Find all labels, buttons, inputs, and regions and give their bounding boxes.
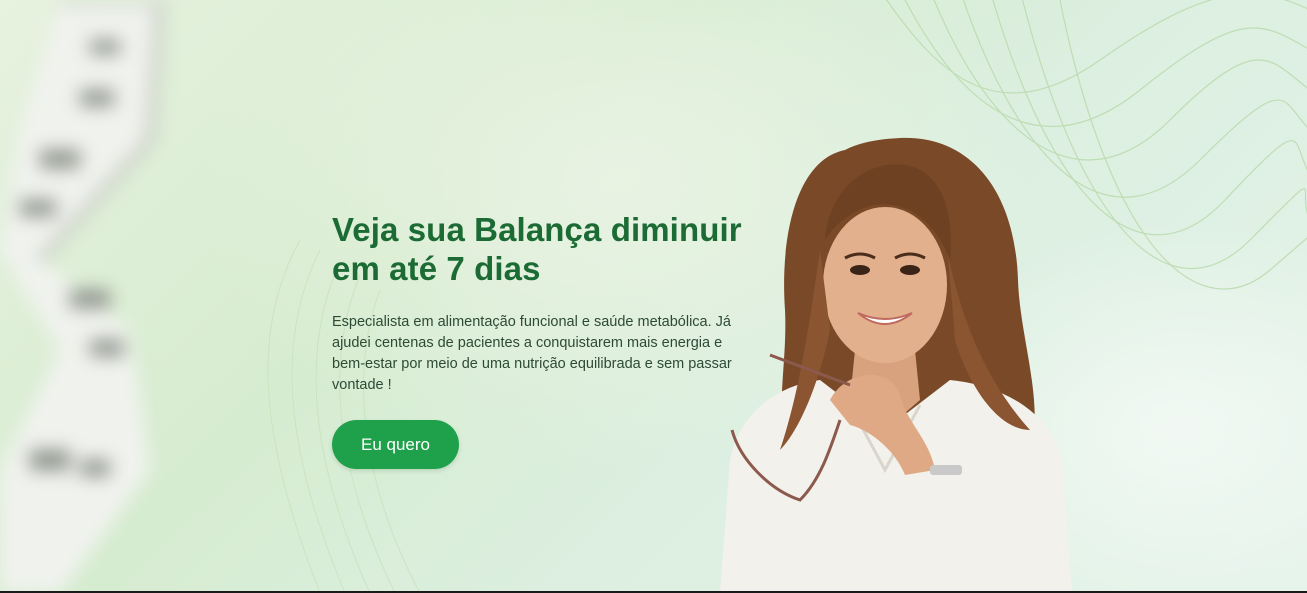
hero-content: Veja sua Balança diminuir em até 7 dias …	[332, 210, 752, 396]
headline-line-2: em até 7 dias	[332, 250, 541, 287]
woman-with-glasses-photo	[720, 137, 1072, 593]
hero-description: Especialista em alimentação funcional e …	[332, 314, 732, 393]
eu-quero-button[interactable]: Eu quero	[332, 420, 459, 469]
measuring-tape-image	[0, 0, 166, 593]
hero-headline: Veja sua Balança diminuir em até 7 dias	[332, 210, 752, 288]
headline-line-1: Veja sua Balança diminuir	[332, 211, 742, 248]
